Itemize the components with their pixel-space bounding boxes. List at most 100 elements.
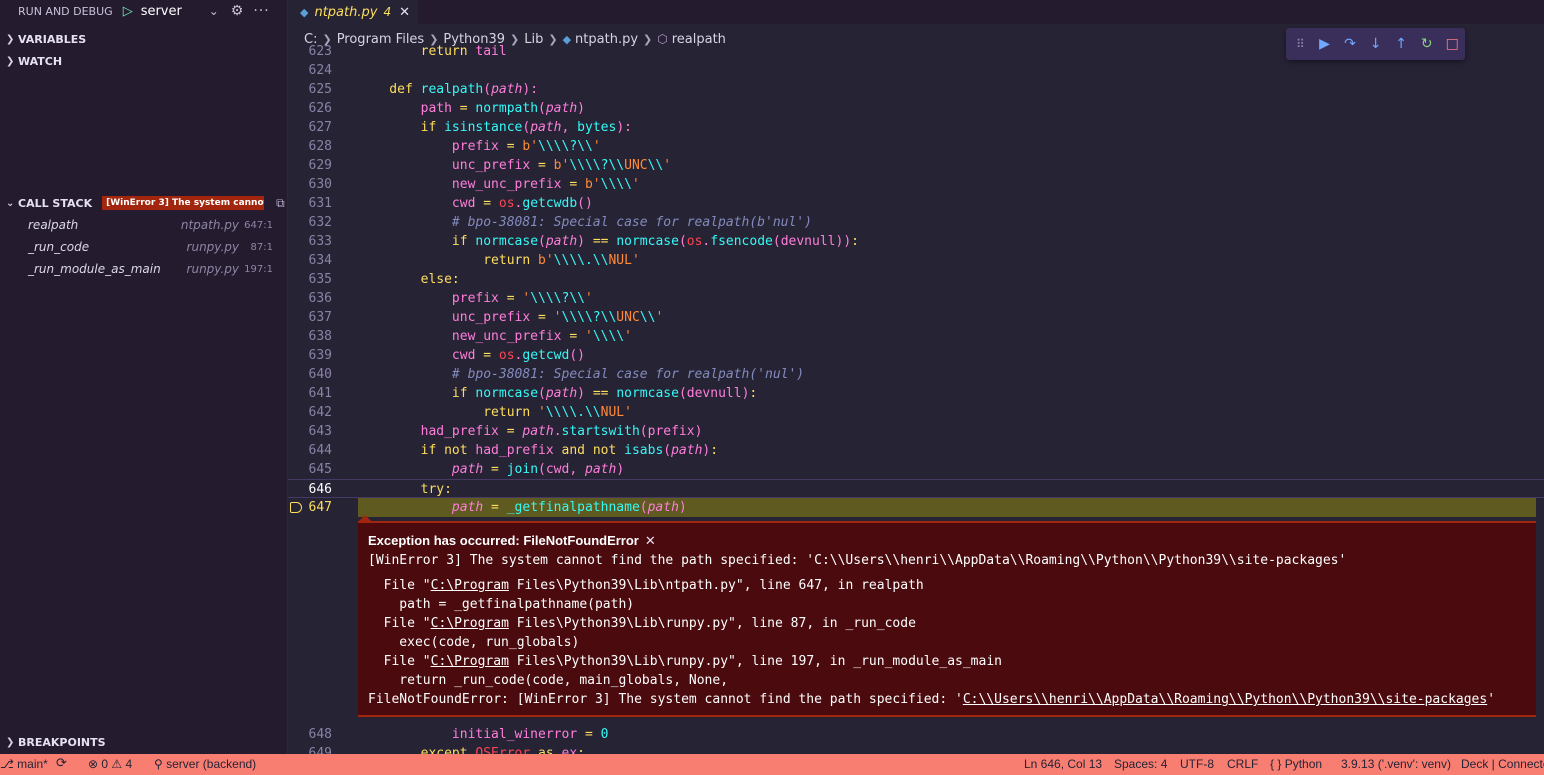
code-token: # bpo-38081: Special case for realpath(b…	[358, 215, 812, 230]
code-token: b'	[584, 177, 601, 192]
code-line[interactable]: 637 unc_prefix = '\\\\?\\UNC\\'	[288, 308, 1544, 327]
cursor-position[interactable]: Ln 646, Col 13	[1024, 757, 1102, 771]
code-line[interactable]: 644 if not had_prefix and not isabs(path…	[288, 441, 1544, 460]
stop-icon[interactable]: □	[1439, 36, 1465, 52]
code-line[interactable]: 627 if isinstance(path, bytes):	[288, 118, 1544, 137]
code-text: try:	[358, 480, 452, 499]
traceback-link[interactable]: C:\Program	[431, 578, 509, 593]
launch-config-select[interactable]: server	[141, 4, 197, 19]
code-line[interactable]: 645 path = join(cwd, path)	[288, 460, 1544, 479]
code-line[interactable]: 635 else:	[288, 270, 1544, 289]
code-line[interactable]: 624	[288, 61, 1544, 80]
code-line[interactable]: 628 prefix = b'\\\\?\\'	[288, 137, 1544, 156]
call-stack-section-header[interactable]: ⌄ CALL STACK [WinError 3] The system can…	[0, 192, 287, 214]
code-token: :	[577, 746, 585, 754]
tab-label: ntpath.py	[314, 4, 378, 20]
line-number: 630	[308, 177, 332, 192]
debug-session-indicator[interactable]: ⚲ server (backend)	[154, 757, 256, 771]
code-line[interactable]: 647 path = _getfinalpathname(path)	[288, 498, 1544, 517]
step-over-icon[interactable]: ↷	[1337, 36, 1363, 52]
frame-function: realpath	[28, 218, 79, 232]
code-token: return	[358, 405, 539, 420]
code-line[interactable]: 642 return '\\\\.\\NUL'	[288, 403, 1544, 422]
code-line[interactable]: 626 path = normpath(path)	[288, 99, 1544, 118]
code-line[interactable]: 631 cwd = os.getcwdb()	[288, 194, 1544, 213]
code-line[interactable]: 640 # bpo-38081: Special case for realpa…	[288, 365, 1544, 384]
breakpoints-section-header[interactable]: ❯ BREAKPOINTS	[0, 731, 287, 753]
step-out-icon[interactable]: ↑	[1388, 36, 1414, 52]
chevron-right-icon: ❯	[6, 736, 15, 748]
code-token: '	[585, 291, 593, 306]
code-line[interactable]: 643 had_prefix = path.startswith(prefix)	[288, 422, 1544, 441]
encoding-indicator[interactable]: UTF-8	[1180, 757, 1214, 771]
code-token: \\	[647, 158, 664, 173]
code-token: had_prefix	[358, 424, 499, 439]
code-line[interactable]: 629 unc_prefix = b'\\\\?\\UNC\\'	[288, 156, 1544, 175]
watch-section-header[interactable]: ❯ WATCH	[0, 50, 287, 72]
tab-ntpath[interactable]: ◆ ntpath.py 4 ✕	[288, 0, 418, 24]
code-line[interactable]: 649 except OSError as ex:	[288, 744, 1544, 754]
code-token: realpath	[420, 82, 484, 97]
traceback-link[interactable]: C:\Program	[431, 654, 509, 669]
language-mode[interactable]: { } Python	[1270, 757, 1322, 771]
code-line[interactable]: 630 new_unc_prefix = b'\\\\'	[288, 175, 1544, 194]
problems-indicator[interactable]: ⊗ 0 ⚠ 4	[88, 757, 132, 771]
code-view-continued[interactable]: 648 initial_winerror = 0 649 except OSErr…	[288, 725, 1544, 754]
code-line[interactable]: 632 # bpo-38081: Special case for realpa…	[288, 213, 1544, 232]
traceback-line: path = _getfinalpathname(path)	[368, 595, 1536, 614]
restart-icon[interactable]: ↻	[1414, 36, 1440, 52]
code-token: (	[538, 234, 546, 249]
code-token: '	[631, 177, 640, 192]
more-actions-icon[interactable]: ···	[253, 3, 269, 19]
call-stack-frame[interactable]: _run_module_as_main runpy.py 197:1	[0, 258, 287, 280]
close-icon[interactable]: ✕	[399, 5, 410, 20]
continue-icon[interactable]: ▶	[1312, 36, 1338, 52]
sync-icon[interactable]: ⟳	[56, 755, 67, 771]
collapse-all-icon[interactable]: ⧉	[276, 196, 285, 211]
variables-title: VARIABLES	[18, 32, 87, 46]
code-token: (	[538, 462, 546, 477]
code-token: cwd	[545, 462, 570, 477]
code-text: # bpo-38081: Special case for realpath(b…	[358, 213, 812, 232]
python-interpreter[interactable]: 3.9.13 ('.venv': venv)	[1341, 757, 1451, 771]
code-line[interactable]: 625 def realpath(path):	[288, 80, 1544, 99]
step-into-icon[interactable]: ↓	[1363, 36, 1389, 52]
call-stack-frame[interactable]: _run_code runpy.py 87:1	[0, 236, 287, 258]
close-icon[interactable]: ✕	[645, 533, 656, 548]
exception-widget: Exception has occurred: FileNotFoundErro…	[358, 515, 1536, 717]
gear-icon[interactable]: ⚙	[231, 3, 244, 19]
drag-handle-icon[interactable]: ⠿	[1296, 37, 1312, 51]
code-text: path = normpath(path)	[358, 99, 585, 118]
code-line[interactable]: 633 if normcase(path) == normcase(os.fse…	[288, 232, 1544, 251]
traceback-link[interactable]: C:\\Users\\henri\\AppData\\Roaming\\Pyth…	[963, 692, 1487, 707]
code-token: prefix	[358, 291, 499, 306]
code-view[interactable]: 623 return tail 624 625 def realpath(path)…	[288, 42, 1544, 517]
code-text: # bpo-38081: Special case for realpath('…	[358, 365, 804, 384]
code-line[interactable]: 648 initial_winerror = 0	[288, 725, 1544, 744]
code-token: \\	[639, 310, 656, 325]
branch-indicator[interactable]: ⎇ main*	[0, 757, 48, 771]
code-line[interactable]: 638 new_unc_prefix = '\\\\'	[288, 327, 1544, 346]
code-token: =	[483, 462, 507, 477]
indentation-indicator[interactable]: Spaces: 4	[1114, 757, 1167, 771]
variables-section-header[interactable]: ❯ VARIABLES	[0, 28, 287, 50]
code-token: =	[577, 727, 601, 742]
start-debugging-icon[interactable]: ▷	[123, 4, 133, 19]
deck-connection[interactable]: Deck | Connecte	[1461, 757, 1544, 771]
traceback-link[interactable]: C:\Program	[431, 616, 509, 631]
chevron-down-icon[interactable]: ⌄	[209, 4, 219, 18]
code-line[interactable]: 646 try:	[288, 479, 1544, 498]
code-line[interactable]: 639 cwd = os.getcwd()	[288, 346, 1544, 365]
eol-indicator[interactable]: CRLF	[1227, 757, 1258, 771]
traceback-line: File "C:\Program Files\Python39\Lib\ntpa…	[368, 576, 1536, 595]
code-line[interactable]: 641 if normcase(path) == normcase(devnul…	[288, 384, 1544, 403]
code-token: \\\\?\\	[538, 139, 593, 154]
code-token: =	[561, 329, 585, 344]
traceback-text: File "	[368, 578, 431, 593]
code-token: (	[538, 386, 546, 401]
code-line[interactable]: 634 return b'\\\\.\\NUL'	[288, 251, 1544, 270]
code-line[interactable]: 636 prefix = '\\\\?\\'	[288, 289, 1544, 308]
call-stack-frame[interactable]: realpath ntpath.py 647:1	[0, 214, 287, 236]
code-token: \\\\.\\	[545, 405, 601, 420]
language-label: Python	[1284, 757, 1323, 771]
